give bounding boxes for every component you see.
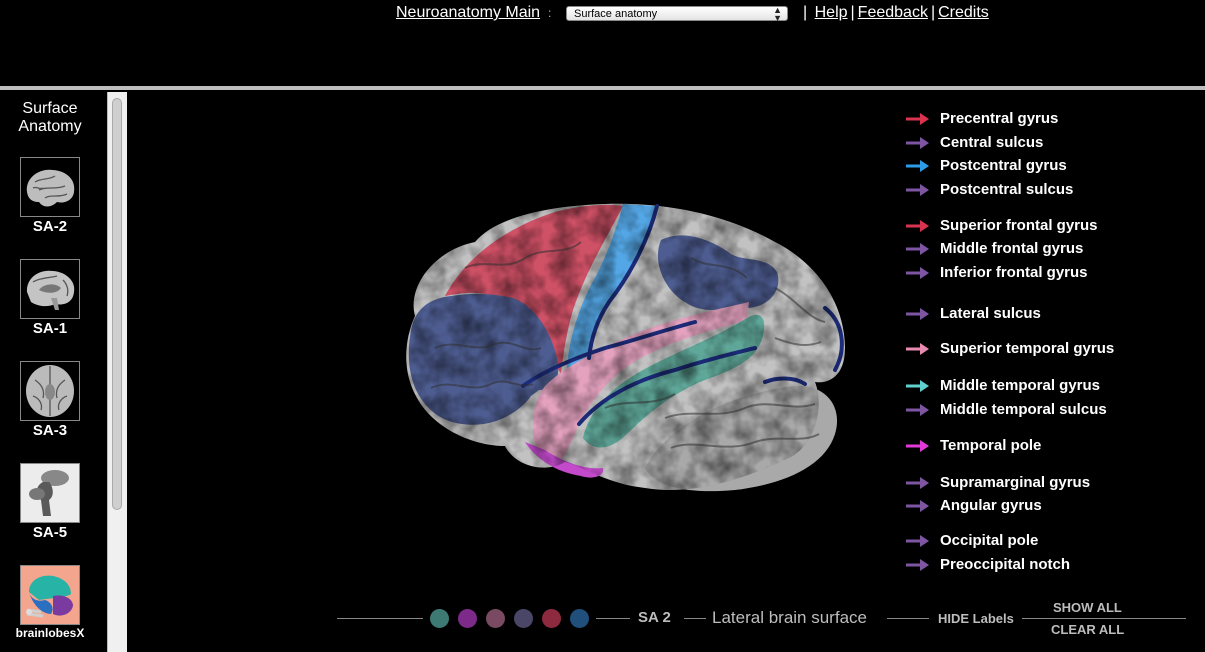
arrow-icon bbox=[906, 243, 929, 255]
select-arrows-icon: ▲ ▼ bbox=[773, 5, 782, 23]
arrow-icon bbox=[906, 343, 929, 355]
credits-link[interactable]: Credits bbox=[938, 4, 989, 21]
hide-labels-button[interactable]: HIDE Labels bbox=[938, 611, 1014, 626]
sidebar: Surface Anatomy SA-2 SA-1 SA-3 SA-5 brai… bbox=[0, 90, 128, 652]
thumb-label: SA-3 bbox=[32, 422, 68, 439]
feedback-link[interactable]: Feedback bbox=[858, 4, 928, 21]
arrow-icon bbox=[906, 220, 929, 232]
nav-colon: : bbox=[548, 6, 552, 20]
bottom-rule bbox=[1022, 618, 1186, 619]
arrow-icon bbox=[906, 500, 929, 512]
label-text: Middle temporal sulcus bbox=[940, 401, 1107, 418]
label-text: Superior temporal gyrus bbox=[940, 340, 1115, 357]
thumb-label: SA-2 bbox=[32, 218, 68, 235]
color-dot-blue[interactable] bbox=[570, 609, 589, 628]
arrow-icon bbox=[906, 137, 929, 149]
bottom-rule bbox=[887, 618, 929, 619]
sidebar-scrollbar-thumb[interactable] bbox=[112, 98, 122, 510]
color-dot-teal[interactable] bbox=[430, 609, 449, 628]
section-select-value: Surface anatomy bbox=[574, 8, 658, 20]
neuroanatomy-main-link[interactable]: Neuroanatomy Main bbox=[396, 4, 540, 22]
brain-inferior-thumb-icon[interactable] bbox=[20, 361, 80, 421]
color-dot-crimson[interactable] bbox=[542, 609, 561, 628]
thumb-label: brainlobesX bbox=[15, 626, 85, 640]
arrow-icon bbox=[906, 267, 929, 279]
color-dot-slate[interactable] bbox=[514, 609, 533, 628]
brain-lateral-thumb-icon[interactable] bbox=[20, 157, 80, 217]
section-select[interactable]: Surface anatomy ▲ ▼ bbox=[566, 5, 788, 23]
arrow-icon bbox=[906, 184, 929, 196]
nav-separator: | bbox=[803, 4, 808, 21]
label-text: Postcentral gyrus bbox=[940, 157, 1067, 174]
arrow-icon bbox=[906, 535, 929, 547]
label-text: Postcentral sulcus bbox=[940, 181, 1074, 198]
header-divider bbox=[0, 86, 1205, 90]
sidebar-title-line1: Surface bbox=[22, 100, 78, 117]
bottom-rule bbox=[337, 618, 423, 619]
arrow-icon bbox=[906, 477, 929, 489]
thumb-label: SA-1 bbox=[32, 320, 68, 337]
label-text: Superior frontal gyrus bbox=[940, 217, 1098, 234]
arrow-icon bbox=[906, 113, 929, 125]
label-text: Lateral sulcus bbox=[940, 305, 1041, 322]
help-link[interactable]: Help bbox=[815, 4, 848, 21]
label-text: Precentral gyrus bbox=[940, 110, 1059, 127]
sidebar-title: Surface Anatomy bbox=[0, 100, 100, 136]
clear-all-button[interactable]: CLEAR ALL bbox=[1051, 622, 1124, 637]
arrow-icon bbox=[906, 404, 929, 416]
brainstem-thumb-icon[interactable] bbox=[20, 463, 80, 523]
color-dot-purple[interactable] bbox=[458, 609, 477, 628]
arrow-icon bbox=[906, 308, 929, 320]
lateral-brain-illustration bbox=[406, 203, 845, 492]
label-text: Central sulcus bbox=[940, 134, 1044, 151]
brain-medial-thumb-icon[interactable] bbox=[20, 259, 80, 319]
thumb-label: SA-5 bbox=[32, 524, 68, 541]
color-dot-mauve[interactable] bbox=[486, 609, 505, 628]
brain-lobes-thumb-icon[interactable] bbox=[20, 565, 80, 625]
label-text: Preoccipital notch bbox=[940, 556, 1071, 573]
nav-links: | Help | Feedback | Credits bbox=[800, 4, 989, 22]
label-text: Middle temporal gyrus bbox=[940, 377, 1101, 394]
bottom-rule bbox=[596, 618, 630, 619]
view-code: SA 2 bbox=[638, 609, 671, 626]
nav-separator: | bbox=[930, 4, 936, 21]
sidebar-scrollbar[interactable] bbox=[107, 92, 127, 652]
arrow-icon bbox=[906, 559, 929, 571]
label-text: Occipital pole bbox=[940, 532, 1039, 549]
label-text: Temporal pole bbox=[940, 437, 1042, 454]
sidebar-title-line2: Anatomy bbox=[18, 118, 82, 135]
top-navigation-bar: Neuroanatomy Main : Surface anatomy ▲ ▼ |… bbox=[0, 0, 1205, 86]
label-text: Middle frontal gyrus bbox=[940, 240, 1084, 257]
show-all-button[interactable]: SHOW ALL bbox=[1053, 600, 1122, 615]
label-text: Angular gyrus bbox=[940, 497, 1042, 514]
bottom-rule bbox=[684, 618, 706, 619]
view-title: Lateral brain surface bbox=[712, 608, 867, 627]
nav-separator: | bbox=[850, 4, 855, 21]
arrow-icon bbox=[906, 440, 929, 452]
arrow-icon bbox=[906, 380, 929, 392]
label-text: Inferior frontal gyrus bbox=[940, 264, 1088, 281]
arrow-icon bbox=[906, 160, 929, 172]
label-text: Supramarginal gyrus bbox=[940, 474, 1091, 491]
